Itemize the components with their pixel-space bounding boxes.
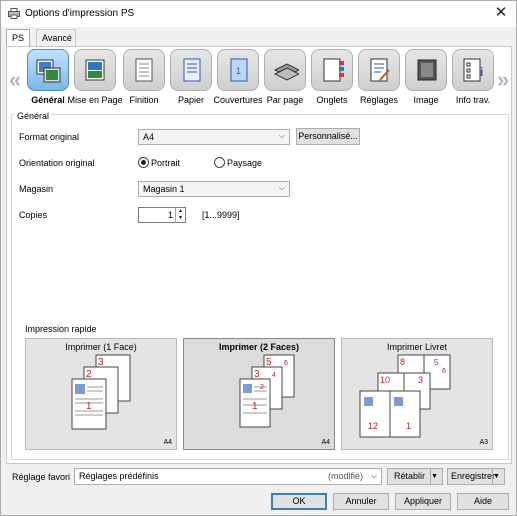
page-number: 1 (406, 421, 411, 431)
quick-print-title: Impression rapide (25, 324, 97, 334)
quick-print-2-sided[interactable]: Imprimer (2 Faces) 5 6 3 4 1 2 A4 (183, 338, 335, 450)
quick-card-label: Imprimer (2 Faces) (218, 342, 300, 352)
page-number: 3 (98, 357, 104, 368)
page-number: 5 (434, 358, 439, 367)
per-page-icon (273, 63, 299, 81)
quick-print-1-sided[interactable]: Imprimer (1 Face) 3 2 1 A4 (25, 338, 177, 450)
save-label: Enregistrer (451, 471, 496, 481)
favorite-label: Réglage favori (12, 472, 71, 482)
scroll-left-icon[interactable]: « (9, 67, 21, 93)
chevron-down-icon: ⌵ (278, 131, 285, 140)
group-title: Général (15, 111, 52, 121)
copies-value: 1 (167, 210, 173, 220)
booklet-pages-icon: 8 5 6 10 3 12 1 (359, 354, 451, 438)
cover-icon: 1 (230, 58, 248, 82)
increment-icon[interactable]: ▲ (175, 208, 185, 215)
layout-icon (85, 59, 105, 81)
page-number: 1 (252, 401, 258, 412)
page-number: 4 (272, 372, 276, 379)
restore-button[interactable]: Rétablir ▼ (387, 468, 443, 485)
page-number: 2 (260, 384, 264, 391)
finishing-icon (135, 58, 153, 82)
svg-text:i: i (480, 65, 483, 79)
radio-unselected-icon (214, 157, 225, 168)
favorite-select[interactable]: Réglages prédéfinis (modifié) ⌵ (74, 468, 382, 485)
custom-size-button[interactable]: Personnalisé... (296, 128, 360, 145)
apply-button[interactable]: Appliquer (395, 493, 451, 510)
page-number: 12 (368, 421, 378, 431)
format-label: Format original (19, 132, 80, 142)
paper-size: A3 (479, 439, 488, 446)
chevron-down-icon: ⌵ (370, 471, 377, 480)
favorite-value: Réglages prédéfinis (79, 471, 159, 481)
window-title: Options d'impression PS (25, 8, 135, 19)
page-number: 1 (86, 401, 92, 412)
format-select[interactable]: A4 ⌵ (138, 129, 290, 145)
paper-icon (183, 58, 201, 82)
category-bar: « » Général Mise en Page Finition Papier… (7, 47, 511, 109)
category-layout[interactable]: Mise en Page (67, 49, 123, 107)
tray-label: Magasin (19, 184, 54, 194)
title-bar: Options d'impression PS ✕ (1, 1, 516, 27)
chevron-down-icon[interactable]: ▼ (430, 469, 442, 484)
portrait-radio[interactable]: Portrait (138, 157, 180, 168)
landscape-label: Paysage (227, 158, 263, 168)
image-icon (417, 59, 437, 81)
page-number: 6 (284, 360, 288, 367)
settings-icon (370, 58, 390, 82)
decrement-icon[interactable]: ▼ (175, 215, 185, 222)
favorite-modified: (modifié) (327, 471, 363, 481)
page-number: 10 (380, 375, 390, 385)
job-info-icon: i (463, 58, 483, 82)
tray-select[interactable]: Magasin 1 ⌵ (138, 181, 290, 197)
page-number: 3 (418, 375, 423, 385)
page-number: 2 (86, 369, 92, 380)
svg-text:1: 1 (236, 66, 241, 76)
tab-advanced[interactable]: Avancé (36, 29, 76, 46)
tab-content: « » Général Mise en Page Finition Papier… (6, 46, 512, 464)
paper-size: A4 (163, 439, 172, 446)
radio-selected-icon (138, 157, 149, 168)
chevron-down-icon[interactable]: ▼ (492, 469, 504, 484)
page-number: 5 (266, 357, 272, 368)
tab-ps[interactable]: PS (6, 29, 30, 47)
paper-size: A4 (321, 439, 330, 446)
two-sided-pages-icon: 5 6 3 4 1 2 (239, 354, 295, 428)
print-options-dialog: Options d'impression PS ✕ PS Avancé « » … (0, 0, 517, 516)
portrait-label: Portrait (151, 158, 181, 168)
page-number: 8 (400, 357, 405, 367)
save-preset-button[interactable]: Enregistrer ▼ (447, 468, 505, 485)
quick-card-label: Imprimer (1 Face) (65, 342, 137, 352)
chevron-down-icon: ⌵ (278, 183, 285, 192)
restore-label: Rétablir (394, 471, 426, 481)
category-job-info[interactable]: i Info trav. (450, 49, 496, 107)
ok-button[interactable]: OK (271, 493, 327, 510)
copies-label: Copies (19, 210, 48, 220)
landscape-radio[interactable]: Paysage (214, 157, 262, 168)
category-label: Info trav. (455, 95, 491, 105)
tray-value: Magasin 1 (143, 184, 185, 194)
orientation-label: Orientation original (19, 158, 95, 168)
quick-print-booklet[interactable]: Imprimer Livret 8 5 6 10 3 12 1 A3 (341, 338, 493, 450)
tabs-icon (323, 58, 344, 82)
format-value: A4 (143, 132, 155, 142)
close-icon[interactable]: ✕ (492, 4, 510, 22)
quick-print-panel: Imprimer (1 Face) 3 2 1 A4 Imprimer (2 F… (25, 338, 495, 452)
page-number: 6 (442, 368, 446, 375)
quick-card-label: Imprimer Livret (386, 342, 447, 352)
copies-stepper[interactable]: 1 ▲ ▼ (138, 207, 186, 223)
general-icon (36, 59, 61, 83)
help-button[interactable]: Aide (457, 493, 509, 510)
page-number: 3 (254, 369, 260, 380)
copies-range: [1...9999] (202, 210, 240, 220)
cancel-button[interactable]: Annuler (333, 493, 389, 510)
one-sided-pages-icon: 3 2 1 (71, 354, 131, 430)
scroll-right-icon[interactable]: » (497, 67, 509, 93)
printer-icon (8, 8, 20, 19)
